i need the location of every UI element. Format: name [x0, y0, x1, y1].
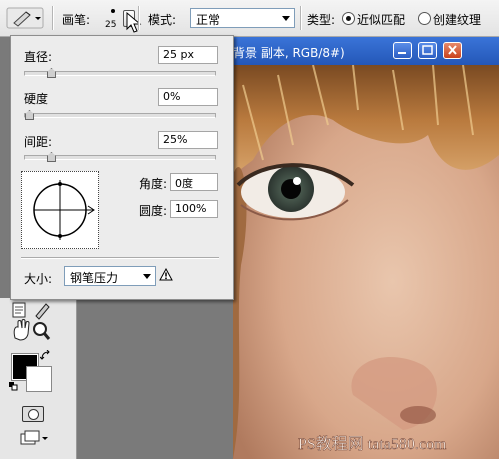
document-titlebar: 背景 副本, RGB/8#)	[233, 37, 499, 65]
chevron-down-icon	[282, 16, 290, 21]
angle-value: 0度	[175, 177, 193, 190]
mode-select[interactable]: 正常	[190, 8, 295, 28]
healing-brush-tool-icon[interactable]	[6, 7, 44, 29]
watermark-text: PS教程网 tata580.com	[298, 435, 447, 453]
brush-preset-picker[interactable]: 25	[104, 4, 122, 32]
brush-tip-icon	[111, 9, 115, 13]
divider	[21, 257, 219, 259]
toolbox	[0, 298, 77, 459]
swap-colors-icon[interactable]	[40, 350, 52, 362]
roundness-label: 圆度:	[139, 204, 168, 218]
mode-label: 模式:	[148, 13, 177, 27]
close-button[interactable]	[443, 42, 462, 59]
separator	[300, 6, 302, 30]
type-proximity-radio[interactable]	[342, 12, 355, 25]
default-colors-icon[interactable]	[9, 382, 18, 391]
screen-mode-icon[interactable]	[20, 430, 48, 446]
quick-mask-button[interactable]	[22, 406, 44, 422]
separator	[138, 6, 140, 30]
spacing-input[interactable]: 25%	[158, 131, 218, 149]
separator	[52, 6, 54, 30]
diameter-value: 25 px	[163, 48, 194, 61]
type-texture-label[interactable]: 创建纹理	[433, 11, 481, 28]
warning-icon	[159, 268, 173, 281]
spacing-label: 间距:	[24, 135, 53, 149]
type-proximity-label[interactable]: 近似匹配	[357, 11, 405, 28]
zoom-tool-icon[interactable]	[33, 322, 51, 340]
notes-tool-icon[interactable]	[12, 302, 26, 318]
mode-value: 正常	[196, 13, 221, 27]
roundness-input[interactable]: 100%	[170, 200, 218, 218]
hardness-value: 0%	[163, 90, 181, 103]
minimize-button[interactable]	[393, 42, 412, 59]
options-bar: 画笔: 25 模式: 正常 类型: 近似匹配 创建纹理	[0, 0, 499, 37]
brush-size: 25	[105, 20, 117, 30]
hardness-slider-thumb[interactable]	[25, 110, 34, 120]
type-texture-radio[interactable]	[418, 12, 431, 25]
document-title: 背景 副本, RGB/8#)	[233, 46, 345, 60]
diameter-input[interactable]: 25 px	[158, 46, 218, 64]
hardness-slider[interactable]	[24, 110, 216, 120]
size-control-select[interactable]: 钢笔压力	[64, 266, 156, 286]
size-label: 大小:	[24, 272, 53, 286]
eyedropper-tool-icon[interactable]	[35, 303, 50, 320]
brush-label: 画笔:	[62, 13, 91, 27]
angle-label: 角度:	[139, 177, 168, 191]
chevron-down-icon	[143, 274, 151, 279]
size-control-value: 钢笔压力	[70, 271, 119, 285]
hardness-label: 硬度	[24, 92, 49, 106]
spacing-value: 25%	[163, 133, 188, 146]
maximize-button[interactable]	[418, 42, 437, 59]
type-label: 类型:	[307, 13, 336, 27]
hardness-input[interactable]: 0%	[158, 88, 218, 106]
spacing-slider[interactable]	[24, 152, 216, 162]
roundness-value: 100%	[175, 202, 207, 215]
tool-icons	[12, 302, 51, 341]
spacing-slider-thumb[interactable]	[46, 152, 56, 162]
diameter-label: 直径:	[24, 50, 53, 64]
portrait-photo[interactable]: PS教程网 tata580.com	[233, 65, 499, 459]
angle-roundness-preview[interactable]	[21, 171, 99, 249]
hand-tool-icon[interactable]	[13, 319, 30, 341]
background-color-swatch[interactable]	[26, 366, 52, 392]
brush-options-popup: 直径: 25 px 硬度 0% 间距: 25% 角度: 0度 圆度: 100% …	[10, 35, 234, 300]
diameter-slider[interactable]	[24, 68, 216, 78]
diameter-slider-thumb[interactable]	[46, 68, 56, 78]
angle-input[interactable]: 0度	[170, 173, 218, 191]
document-window: 背景 副本, RGB/8#) PS教程网 tata580.com	[233, 37, 499, 459]
